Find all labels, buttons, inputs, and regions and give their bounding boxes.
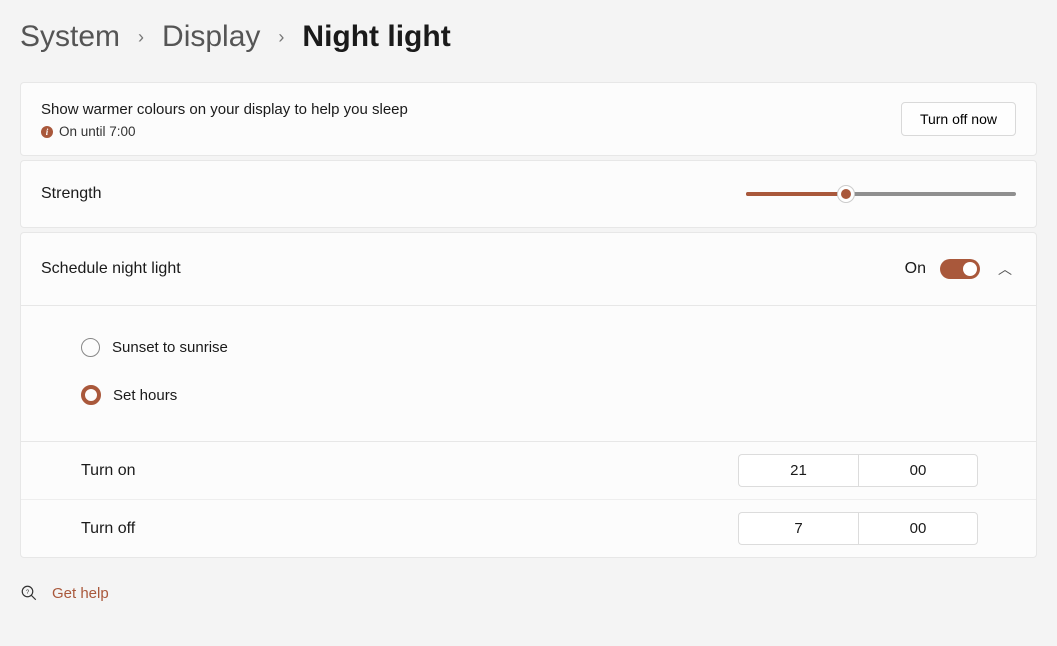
night-light-description: Show warmer colours on your display to h… [41, 99, 408, 120]
turn-on-row: Turn on 21 00 [21, 442, 1036, 499]
schedule-toggle-label: On [905, 260, 926, 278]
radio-row-set-hours[interactable]: Set hours [81, 371, 1016, 419]
radio-set-hours-label: Set hours [113, 387, 177, 404]
breadcrumb: System › Display › Night light [20, 20, 1037, 54]
schedule-toggle[interactable] [940, 259, 980, 279]
strength-label: Strength [41, 185, 101, 203]
schedule-radio-group: Sunset to sunrise Set hours [21, 305, 1036, 441]
radio-sunset-label: Sunset to sunrise [112, 339, 228, 356]
help-icon: ? [20, 584, 38, 602]
schedule-label: Schedule night light [41, 260, 181, 278]
night-light-status-card: Show warmer colours on your display to h… [20, 82, 1037, 156]
slider-thumb[interactable] [837, 185, 855, 203]
schedule-card: Schedule night light On ︿ Sunset to sunr… [20, 232, 1037, 558]
breadcrumb-system[interactable]: System [20, 20, 120, 54]
turn-off-label: Turn off [81, 520, 135, 538]
chevron-right-icon: › [278, 27, 284, 48]
night-light-status: On until 7:00 [59, 124, 136, 139]
get-help-link[interactable]: Get help [52, 585, 109, 602]
radio-set-hours[interactable] [81, 385, 101, 405]
radio-row-sunset[interactable]: Sunset to sunrise [81, 324, 1016, 371]
info-icon: i [41, 126, 53, 138]
strength-slider[interactable] [746, 185, 1016, 203]
svg-text:?: ? [26, 590, 30, 596]
breadcrumb-display[interactable]: Display [162, 20, 260, 54]
turn-off-minute[interactable]: 00 [858, 512, 978, 545]
turn-off-row: Turn off 7 00 [21, 499, 1036, 557]
turn-off-now-button[interactable]: Turn off now [901, 102, 1016, 136]
turn-on-label: Turn on [81, 462, 136, 480]
strength-card: Strength [20, 160, 1037, 228]
turn-off-hour[interactable]: 7 [738, 512, 858, 545]
chevron-right-icon: › [138, 27, 144, 48]
breadcrumb-current: Night light [302, 20, 450, 54]
turn-on-hour[interactable]: 21 [738, 454, 858, 487]
get-help-row: ? Get help [20, 562, 1037, 602]
chevron-up-icon[interactable]: ︿ [994, 255, 1016, 283]
radio-sunset[interactable] [81, 338, 100, 357]
turn-on-minute[interactable]: 00 [858, 454, 978, 487]
